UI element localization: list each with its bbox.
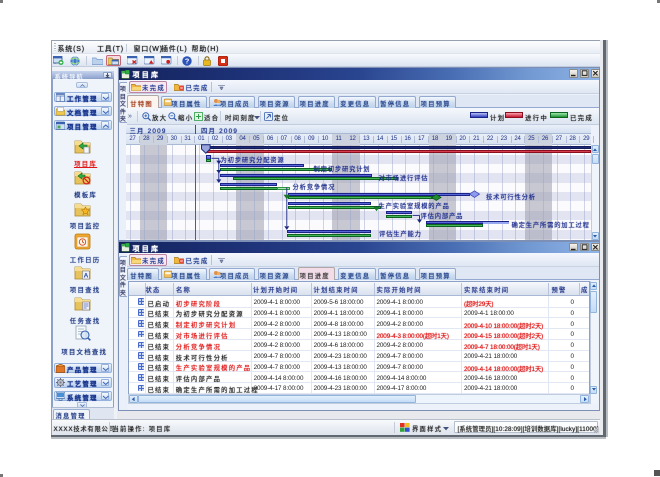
svg-text:A: A [84, 273, 89, 280]
svg-text:?: ? [184, 56, 189, 65]
